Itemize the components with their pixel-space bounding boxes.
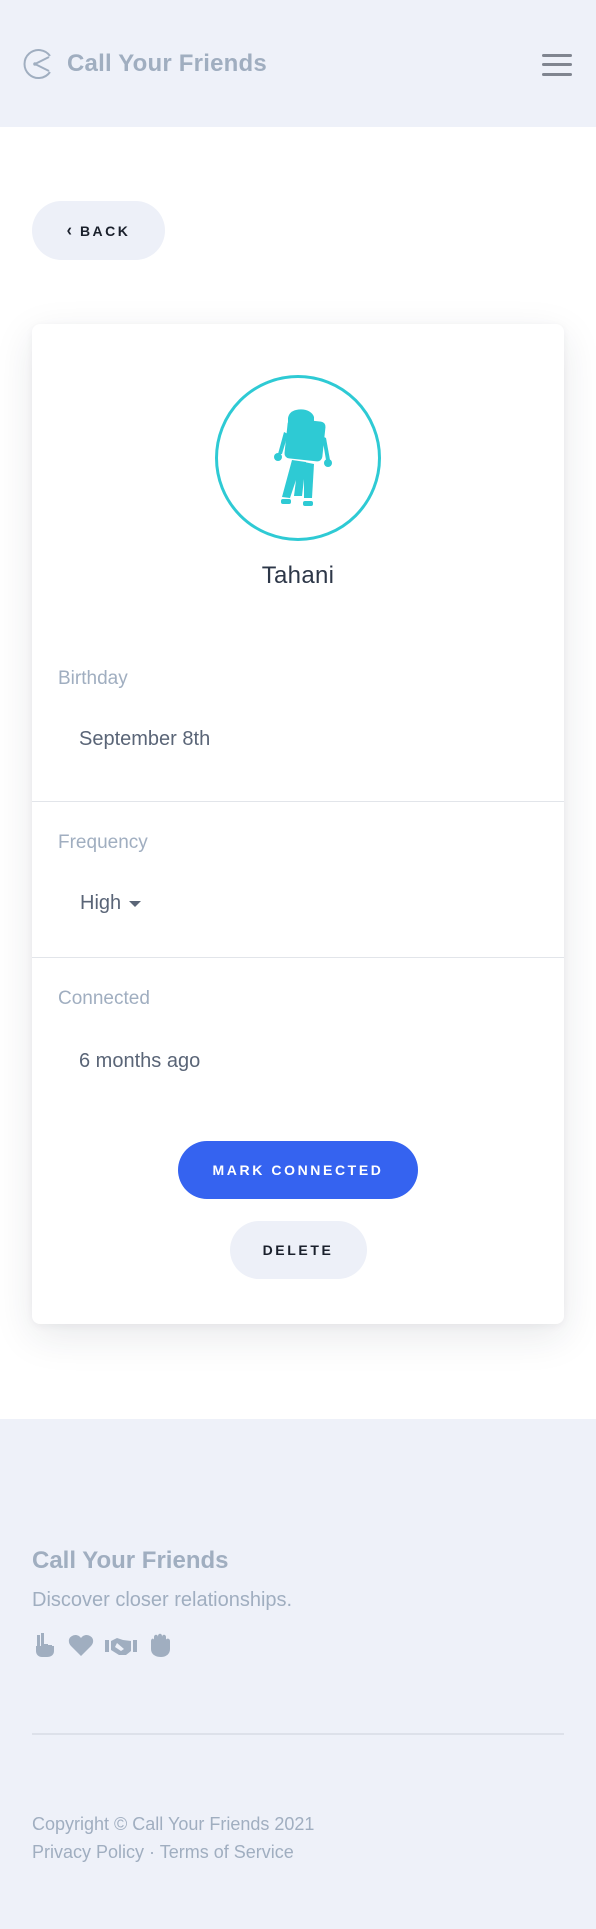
back-button[interactable]: ‹ BACK bbox=[32, 201, 165, 260]
birthday-field: Birthday September 8th bbox=[32, 668, 564, 802]
fist-icon bbox=[148, 1632, 174, 1658]
terms-of-service-link[interactable]: Terms of Service bbox=[160, 1842, 294, 1862]
friend-card: Tahani Birthday September 8th Frequency … bbox=[32, 324, 564, 1324]
frequency-select[interactable]: High bbox=[58, 892, 142, 915]
caret-down-icon bbox=[129, 900, 142, 907]
footer-brand: Call Your Friends bbox=[32, 1547, 229, 1574]
card-actions: MARK CONNECTED DELETE bbox=[32, 1141, 564, 1279]
privacy-policy-link[interactable]: Privacy Policy bbox=[32, 1842, 144, 1862]
site-footer: Call Your Friends Discover closer relati… bbox=[0, 1419, 596, 1929]
site-header: Call Your Friends bbox=[0, 0, 596, 127]
heart-icon bbox=[68, 1632, 94, 1658]
birthday-value[interactable]: September 8th bbox=[58, 728, 538, 751]
footer-icons bbox=[32, 1632, 564, 1658]
friend-detail-page: ‹ BACK Tahani Birthday September 8th Fre… bbox=[0, 127, 596, 1419]
connected-value: 6 months ago bbox=[79, 1050, 201, 1072]
back-label: BACK bbox=[79, 222, 131, 239]
friend-avatar bbox=[215, 375, 381, 541]
peace-hand-icon bbox=[32, 1632, 58, 1658]
connected-label: Connected bbox=[58, 988, 150, 1009]
brand-home-link[interactable]: Call Your Friends bbox=[22, 47, 267, 81]
frequency-field: Frequency High bbox=[32, 802, 564, 958]
copyright-text: Copyright © Call Your Friends 2021 bbox=[32, 1813, 315, 1834]
frequency-label: Frequency bbox=[58, 832, 148, 853]
footer-divider bbox=[32, 1733, 564, 1735]
hamburger-menu-icon[interactable] bbox=[542, 53, 572, 76]
footer-tagline: Discover closer relationships. bbox=[32, 1589, 293, 1611]
mark-connected-button[interactable]: MARK CONNECTED bbox=[178, 1141, 418, 1199]
phone-dial-icon bbox=[23, 48, 51, 79]
astronaut-icon bbox=[274, 409, 332, 506]
link-separator: · bbox=[144, 1841, 160, 1862]
footer-links: Privacy Policy · Terms of Service bbox=[32, 1838, 564, 1866]
delete-button[interactable]: DELETE bbox=[229, 1221, 367, 1279]
chevron-left-icon: ‹ bbox=[66, 220, 72, 240]
friend-name: Tahani bbox=[261, 562, 335, 589]
birthday-label: Birthday bbox=[58, 668, 128, 689]
app-name: Call Your Friends bbox=[67, 49, 267, 77]
handshake-icon bbox=[104, 1632, 138, 1658]
frequency-value: High bbox=[80, 892, 122, 914]
connected-field: Connected 6 months ago bbox=[32, 958, 564, 1073]
